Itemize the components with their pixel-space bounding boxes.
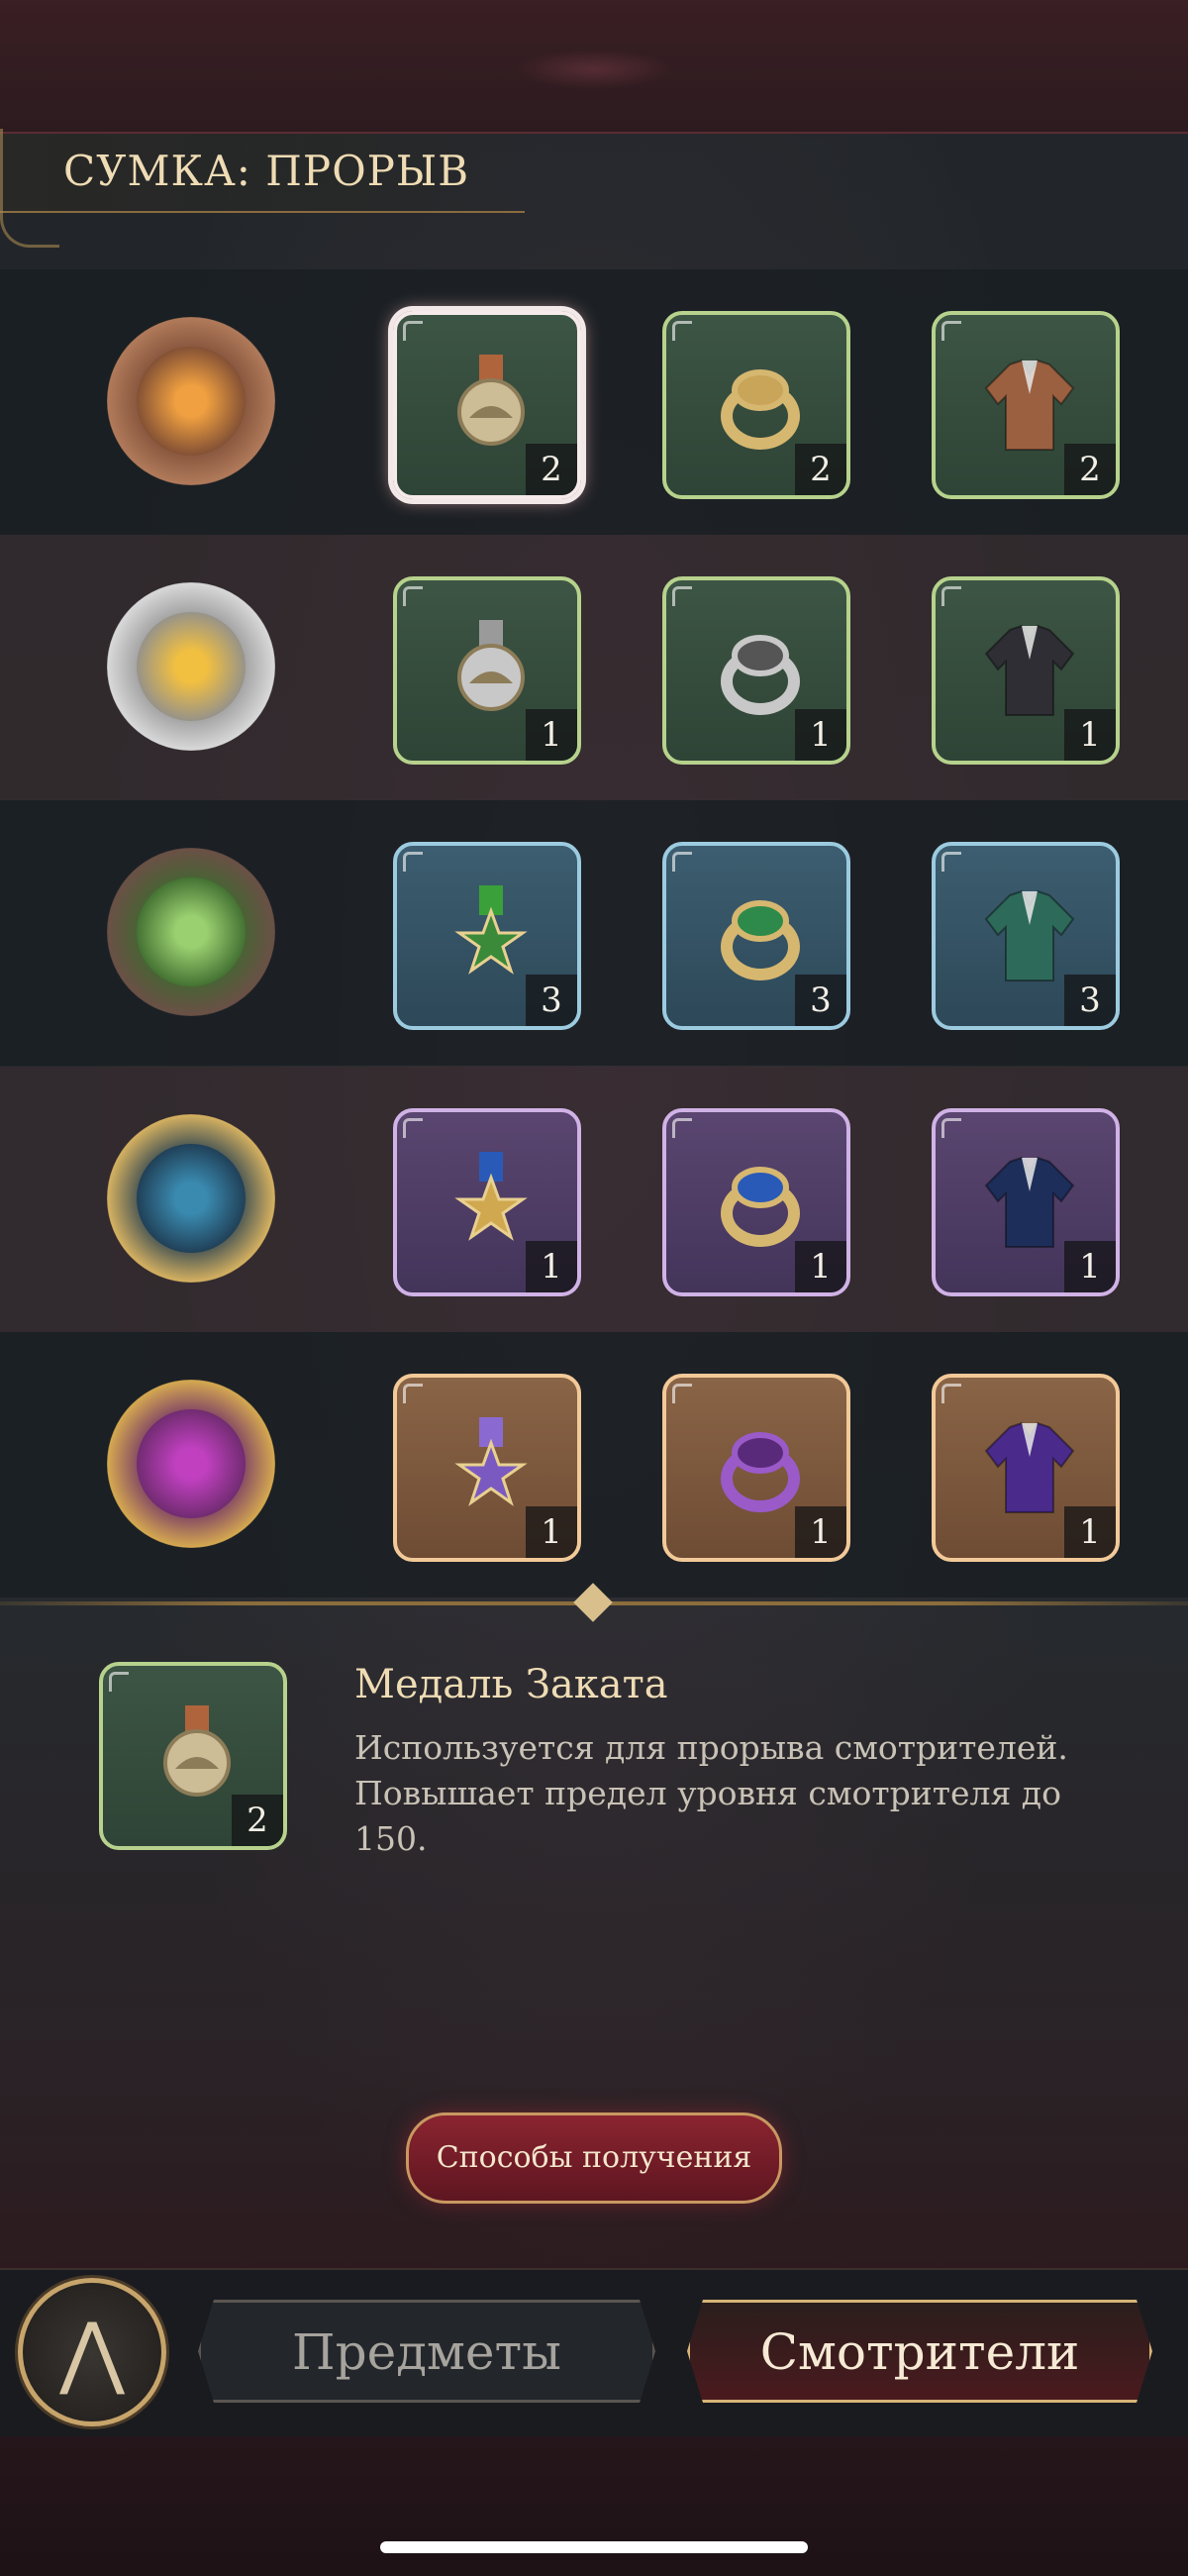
emblem-core (137, 612, 246, 721)
card-corner-ornament (403, 321, 423, 341)
item-count: 3 (795, 975, 846, 1026)
top-ornament (0, 0, 1188, 134)
crest-ornament (515, 50, 673, 89)
item-row: 3 3 3 (0, 800, 1188, 1066)
item-card[interactable]: 1 (932, 576, 1120, 765)
card-corner-ornament (941, 1384, 961, 1403)
purple-gem-emblem-icon (107, 1380, 275, 1548)
green-jacket-icon (984, 889, 1075, 981)
item-description: Используется для прорыва смотрителей. По… (354, 1728, 1068, 1858)
detail-item-card: 2 (99, 1662, 287, 1850)
purple-gem-ring-icon (721, 1432, 800, 1512)
page-title: СУМКА: ПРОРЫВ (63, 147, 470, 195)
item-card[interactable]: 1 (393, 1108, 581, 1296)
eye-emblem-icon (107, 582, 275, 751)
item-card[interactable]: 2 (393, 311, 581, 499)
item-card[interactable]: 1 (932, 1374, 1120, 1562)
item-count: 2 (526, 444, 577, 495)
item-count: 3 (526, 975, 577, 1026)
card-corner-ornament (672, 1118, 692, 1138)
green-knot-emblem-icon (107, 848, 275, 1016)
purple-tuxedo-icon (984, 1421, 1075, 1513)
emblem-core (137, 1144, 246, 1253)
brown-jacket-icon (984, 359, 1075, 451)
item-count: 2 (232, 1795, 283, 1846)
emblem-core (137, 347, 246, 456)
card-corner-ornament (403, 1384, 423, 1403)
silver-eye-ring-icon (721, 635, 800, 715)
sunset-emblem-icon (107, 317, 275, 485)
green-star-medal-icon (454, 885, 528, 975)
tab-keepers[interactable]: Смотрители (687, 2300, 1152, 2403)
card-corner-ornament (672, 586, 692, 606)
item-count: 3 (1064, 975, 1116, 1026)
card-corner-ornament (109, 1672, 129, 1692)
item-row: 1 1 1 (0, 535, 1188, 800)
item-count: 1 (1064, 709, 1116, 761)
item-count: 1 (795, 709, 846, 761)
item-count: 1 (1064, 1506, 1116, 1558)
card-corner-ornament (941, 586, 961, 606)
item-card[interactable]: 3 (662, 842, 850, 1030)
emblem-core (137, 877, 246, 986)
home-indicator[interactable] (380, 2541, 808, 2553)
item-count: 1 (526, 1506, 577, 1558)
gold-blue-ring-icon (721, 1167, 800, 1247)
item-card[interactable]: 2 (932, 311, 1120, 499)
item-card[interactable]: 1 (393, 576, 581, 765)
blue-star-emblem-icon (107, 1114, 275, 1283)
item-card[interactable]: 2 (662, 311, 850, 499)
home-logo-button[interactable]: ⋀ (18, 2278, 166, 2426)
emblem-core (137, 1409, 246, 1518)
item-count: 1 (795, 1241, 846, 1292)
card-corner-ornament (403, 1118, 423, 1138)
title-flourish-ornament (0, 129, 59, 248)
item-count: 1 (526, 709, 577, 761)
item-count: 1 (795, 1506, 846, 1558)
card-corner-ornament (672, 852, 692, 872)
item-card[interactable]: 3 (932, 842, 1120, 1030)
navy-jacket-icon (984, 1156, 1075, 1248)
card-corner-ornament (403, 586, 423, 606)
item-card[interactable]: 1 (662, 1374, 850, 1562)
blue-star-medal-icon (454, 1152, 528, 1241)
card-corner-ornament (672, 1384, 692, 1403)
item-row: 2 2 2 (0, 269, 1188, 535)
card-corner-ornament (941, 1118, 961, 1138)
sunset-ring-icon (721, 369, 800, 450)
card-corner-ornament (941, 852, 961, 872)
item-card[interactable]: 1 (932, 1108, 1120, 1296)
item-card[interactable]: 1 (662, 1108, 850, 1296)
item-row: 1 1 1 (0, 1067, 1188, 1332)
logo-glyph-icon: ⋀ (59, 2306, 125, 2398)
obtain-methods-button[interactable]: Способы получения (406, 2112, 782, 2204)
item-count: 2 (1064, 444, 1116, 495)
card-corner-ornament (403, 852, 423, 872)
gold-green-ring-icon (721, 900, 800, 980)
item-card[interactable]: 1 (662, 576, 850, 765)
item-row: 1 1 1 (0, 1332, 1188, 1597)
silver-eye-medal-icon (457, 620, 525, 711)
card-corner-ornament (941, 321, 961, 341)
item-count: 1 (1064, 1241, 1116, 1292)
purple-star-medal-icon (454, 1417, 528, 1506)
item-card[interactable]: 3 (393, 842, 581, 1030)
item-count: 2 (795, 444, 846, 495)
item-card[interactable]: 1 (393, 1374, 581, 1562)
item-count: 1 (526, 1241, 577, 1292)
black-jacket-icon (984, 624, 1075, 716)
sunset-medal-icon (457, 355, 525, 446)
tab-items[interactable]: Предметы (198, 2300, 655, 2403)
card-corner-ornament (672, 321, 692, 341)
sunset-medal-icon (163, 1705, 231, 1797)
item-name: Медаль Заката (354, 1662, 668, 1707)
